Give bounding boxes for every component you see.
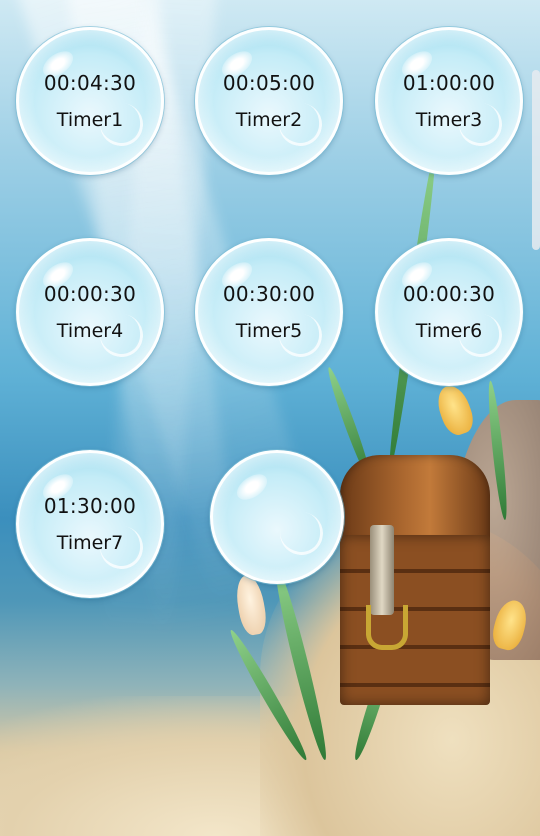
scrollbar[interactable] xyxy=(532,70,540,250)
timer-duration: 00:00:30 xyxy=(43,282,137,306)
timer-bubble-3[interactable]: 01:00:00 Timer3 xyxy=(375,27,523,175)
timer-name: Timer6 xyxy=(415,320,483,342)
bubble-reflection xyxy=(276,508,327,559)
timer-bubble-5[interactable]: 00:30:00 Timer5 xyxy=(195,238,343,386)
chest-lid xyxy=(340,455,490,545)
timer-duration: 00:04:30 xyxy=(43,71,137,95)
chest-lock-ring xyxy=(366,605,408,650)
timer-name: Timer5 xyxy=(235,320,303,342)
empty-timer-bubble[interactable] xyxy=(210,450,344,584)
timer-bubble-6[interactable]: 00:00:30 Timer6 xyxy=(375,238,523,386)
timer-duration: 01:00:00 xyxy=(402,71,496,95)
timer-bubble-7[interactable]: 01:30:00 Timer7 xyxy=(16,450,164,598)
chest-lock xyxy=(370,525,394,615)
timer-bubble-1[interactable]: 00:04:30 Timer1 xyxy=(16,27,164,175)
timer-bubble-2[interactable]: 00:05:00 Timer2 xyxy=(195,27,343,175)
timer-duration: 00:30:00 xyxy=(222,282,316,306)
timer-name: Timer4 xyxy=(56,320,124,342)
timer-bubble-4[interactable]: 00:00:30 Timer4 xyxy=(16,238,164,386)
app-screen: 00:04:30 Timer1 00:05:00 Timer2 01:00:00… xyxy=(0,0,540,836)
goldfish xyxy=(432,381,478,439)
timer-duration: 00:05:00 xyxy=(222,71,316,95)
bubble-highlight xyxy=(232,469,272,505)
timer-duration: 01:30:00 xyxy=(43,494,137,518)
timer-duration: 00:00:30 xyxy=(402,282,496,306)
timer-name: Timer3 xyxy=(415,109,483,131)
timer-name: Timer2 xyxy=(235,109,303,131)
timer-name: Timer7 xyxy=(56,532,124,554)
chest-body xyxy=(340,535,490,705)
treasure-chest xyxy=(340,455,490,705)
timer-name: Timer1 xyxy=(56,109,124,131)
